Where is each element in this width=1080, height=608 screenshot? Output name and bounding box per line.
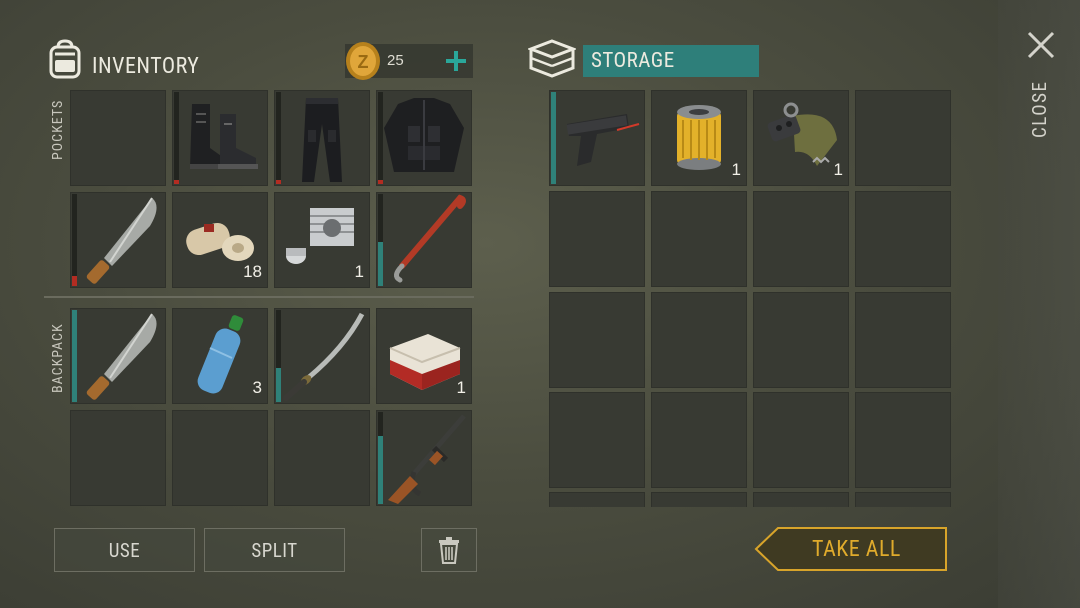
storage-slot-8[interactable] [855, 191, 951, 287]
svg-text:Z: Z [358, 52, 369, 72]
machete-icon [86, 197, 157, 284]
backpack-slot-1[interactable] [70, 308, 166, 404]
assault-rifle-icon [388, 414, 466, 504]
close-icon[interactable] [1026, 30, 1056, 60]
use-button[interactable]: USE [54, 528, 195, 572]
storage-crate-icon [526, 38, 578, 80]
close-panel[interactable]: CLOSE [998, 0, 1080, 608]
storage-slot-15[interactable] [753, 392, 849, 488]
plus-icon [446, 51, 466, 71]
pocket-slot-3[interactable] [274, 90, 370, 186]
storage-slot-16[interactable] [855, 392, 951, 488]
coin-icon: Z [344, 41, 382, 81]
storage-slot-6[interactable] [651, 191, 747, 287]
split-button[interactable]: SPLIT [204, 528, 345, 572]
pockets-label: POCKETS [50, 99, 66, 160]
pocket-slot-7[interactable]: 1 [274, 192, 370, 288]
storage-grid[interactable]: 1 1 [548, 90, 953, 507]
storage-slot-12[interactable] [855, 292, 951, 388]
trash-icon [439, 537, 459, 564]
storage-title: STORAGE [591, 49, 675, 73]
backpack-slot-2[interactable]: 3 [172, 308, 268, 404]
storage-slot-17[interactable] [549, 492, 645, 507]
pistol-icon [566, 114, 640, 166]
backpack-slot-4[interactable]: 1 [376, 308, 472, 404]
coin-counter: Z 25 [344, 41, 473, 81]
machete-icon [86, 313, 157, 400]
storage-slot-20[interactable] [855, 492, 951, 507]
pocket-slot-6[interactable]: 18 [172, 192, 268, 288]
close-label[interactable]: CLOSE [1028, 81, 1051, 138]
storage-slot-14[interactable] [651, 392, 747, 488]
backpack-label: BACKPACK [50, 323, 66, 393]
item-quantity: 1 [354, 262, 364, 281]
trash-button[interactable] [421, 528, 477, 572]
tactical-vest-icon [384, 98, 464, 172]
storage-slot-10[interactable] [651, 292, 747, 388]
storage-slot-9[interactable] [549, 292, 645, 388]
add-coins-button[interactable] [439, 44, 473, 78]
backpack-slot-8[interactable] [376, 410, 472, 506]
pocket-slot-4[interactable] [376, 90, 472, 186]
pocket-slot-8[interactable] [376, 192, 472, 288]
storage-slot-11[interactable] [753, 292, 849, 388]
crowbar-icon [394, 194, 466, 283]
pocket-slot-2[interactable] [172, 90, 268, 186]
pocket-slot-1[interactable] [70, 90, 166, 186]
storage-slot-4[interactable] [855, 90, 951, 186]
inventory-title: INVENTORY [92, 54, 200, 79]
storage-slot-2[interactable]: 1 [651, 90, 747, 186]
item-quantity: 3 [252, 378, 262, 397]
take-all-button[interactable]: TAKE ALL [754, 527, 948, 571]
pocket-slot-5[interactable] [70, 192, 166, 288]
backpack-slot-6[interactable] [172, 410, 268, 506]
storage-slot-3[interactable]: 1 [753, 90, 849, 186]
item-quantity: 18 [243, 262, 262, 281]
backpack-slot-7[interactable] [274, 410, 370, 506]
katana-icon [283, 312, 365, 401]
storage-slot-7[interactable] [753, 191, 849, 287]
storage-slot-19[interactable] [753, 492, 849, 507]
coin-amount: 25 [387, 52, 404, 69]
storage-slot-13[interactable] [549, 392, 645, 488]
backpack-slot-3[interactable] [274, 308, 370, 404]
storage-slot-5[interactable] [549, 191, 645, 287]
item-quantity: 1 [833, 160, 843, 179]
backpack-icon [44, 38, 86, 80]
item-quantity: 1 [456, 378, 466, 397]
item-quantity: 1 [731, 160, 741, 179]
boots-icon [190, 104, 258, 169]
take-all-label: TAKE ALL [812, 537, 901, 562]
storage-title-bar: STORAGE [583, 45, 759, 77]
backpack-slot-5[interactable] [70, 410, 166, 506]
section-divider [44, 296, 474, 298]
pants-icon [302, 98, 342, 182]
storage-slot-18[interactable] [651, 492, 747, 507]
storage-slot-1[interactable] [549, 90, 645, 186]
